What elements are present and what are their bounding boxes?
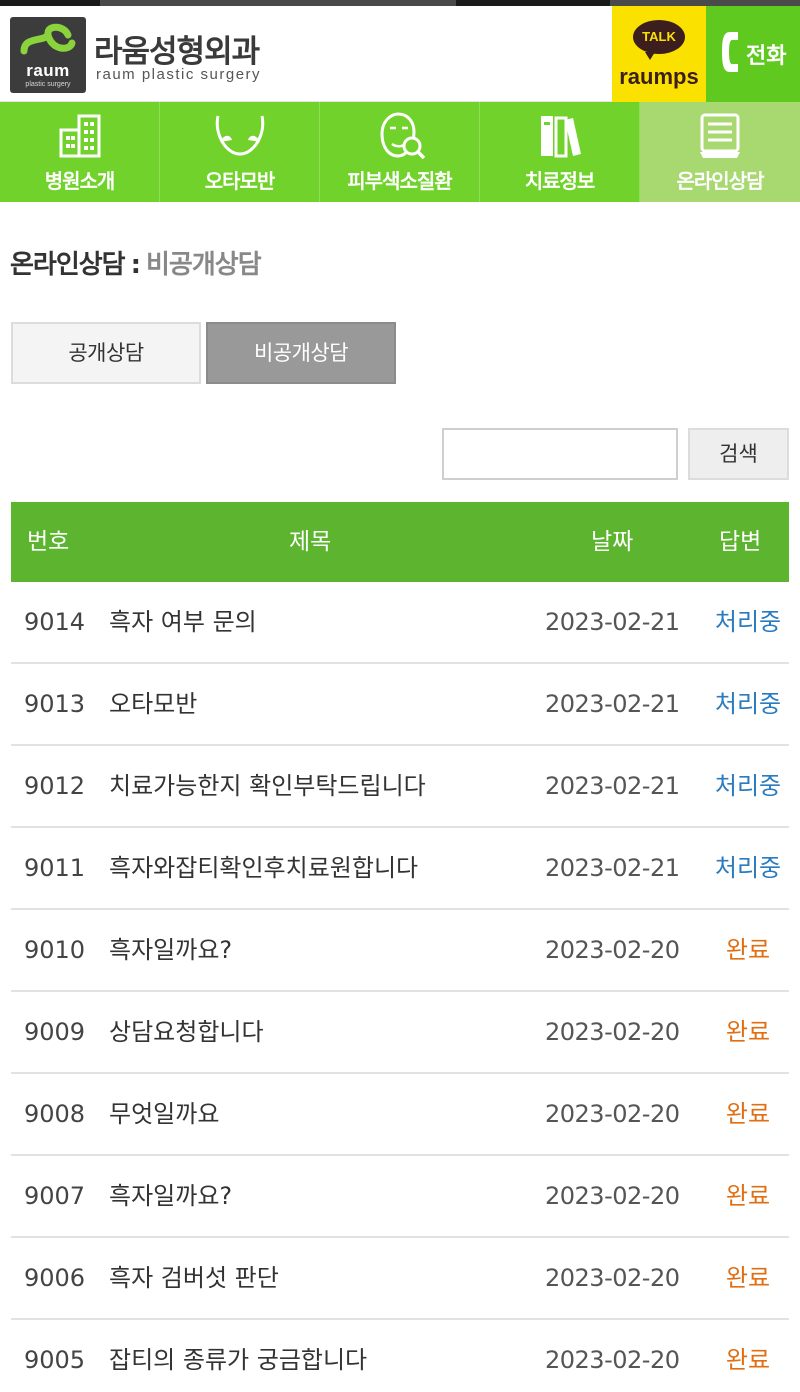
logo-mark[interactable]: raum plastic surgery [10,17,86,93]
row-title[interactable]: 흑자일까요? [109,910,232,990]
nav-item-ota-nevus[interactable]: 오타모반 [160,102,320,202]
row-status: 처리중 [714,772,782,800]
nav-item-online-consult[interactable]: 온라인상담 [640,102,800,202]
row-number: 9013 [24,690,86,718]
row-date: 2023-02-21 [545,690,680,718]
nav-item-hospital-intro[interactable]: 병원소개 [0,102,160,202]
row-number: 9011 [24,854,86,882]
nav-item-treatment-info[interactable]: 치료정보 [480,102,640,202]
row-number: 9005 [24,1346,86,1374]
row-title[interactable]: 흑자 여부 문의 [109,582,257,662]
row-status: 완료 [725,1264,771,1292]
row-title[interactable]: 무엇일까요 [109,1074,219,1154]
logo-mark-sub: plastic surgery [25,81,71,88]
row-title[interactable]: 흑자 검버섯 판단 [109,1238,279,1318]
nav-item-label: 온라인상담 [676,169,765,193]
table-row[interactable]: 9006 흑자 검버섯 판단 2023-02-20 완료 [11,1238,789,1320]
row-status: 완료 [725,1182,771,1210]
table-row[interactable]: 9008 무엇일까요 2023-02-20 완료 [11,1074,789,1156]
table-row[interactable]: 9009 상담요청합니다 2023-02-20 완료 [11,992,789,1074]
row-title[interactable]: 흑자와잡티확인후치료원합니다 [109,828,418,908]
row-title[interactable]: 상담요청합니다 [109,992,264,1072]
row-title[interactable]: 흑자일까요? [109,1156,232,1236]
row-date: 2023-02-20 [545,1264,680,1292]
column-header-title: 제목 [289,529,332,555]
row-title[interactable]: 치료가능한지 확인부탁드립니다 [109,746,426,826]
row-number: 9014 [24,608,86,636]
search-input[interactable] [442,428,678,480]
row-status: 처리중 [714,854,782,882]
table-row[interactable]: 9005 잡티의 종류가 궁금합니다 2023-02-20 완료 [11,1320,789,1392]
page-title: 온라인상담: 비공개상담 [10,244,262,281]
row-date: 2023-02-20 [545,936,680,964]
site-subtitle: raum plastic surgery [96,66,262,83]
table-row[interactable]: 9011 흑자와잡티확인후치료원합니다 2023-02-21 처리중 [11,828,789,910]
table-row[interactable]: 9007 흑자일까요? 2023-02-20 완료 [11,1156,789,1238]
row-number: 9012 [24,772,86,800]
row-title[interactable]: 오타모반 [109,664,197,744]
row-number: 9007 [24,1182,86,1210]
table-row[interactable]: 9012 치료가능한지 확인부탁드립니다 2023-02-21 처리중 [11,746,789,828]
table-header: 번호 제목 날짜 답변 [11,502,789,582]
phone-call-button[interactable]: 전화 [706,6,800,102]
row-status: 완료 [725,1100,771,1128]
row-date: 2023-02-20 [545,1182,680,1210]
row-title[interactable]: 잡티의 종류가 궁금합니다 [109,1320,367,1392]
row-status: 완료 [725,936,771,964]
document-icon [700,113,740,158]
page-title-main: 온라인상담 [10,250,126,280]
row-date: 2023-02-21 [545,608,680,636]
nav-item-label: 피부색소질환 [347,169,452,193]
main-nav: 병원소개 오타모반 피부색소질환 치료정보 온라인상담 [0,102,800,202]
column-header-number: 번호 [27,529,70,555]
row-status: 처리중 [714,608,782,636]
kakao-talk-label: raumps [619,64,699,89]
nav-item-label: 병원소개 [44,169,116,193]
logo-s-icon [20,23,76,55]
search-button[interactable]: 검색 [688,428,789,480]
nav-item-label: 치료정보 [524,169,596,193]
table-row[interactable]: 9010 흑자일까요? 2023-02-20 완료 [11,910,789,992]
row-date: 2023-02-20 [545,1346,680,1374]
table-row[interactable]: 9013 오타모반 2023-02-21 처리중 [11,664,789,746]
row-status: 완료 [725,1346,771,1374]
row-status: 처리중 [714,690,782,718]
face-magnifier-icon [379,112,425,160]
tab-public-consult[interactable]: 공개상담 [11,322,201,384]
kakao-talk-button[interactable]: TALK raumps [612,6,706,102]
row-date: 2023-02-20 [545,1018,680,1046]
phone-label: 전화 [746,44,787,69]
page-title-separator: : [130,250,141,280]
consult-list: 9014 흑자 여부 문의 2023-02-21 처리중 9013 오타모반 2… [11,582,789,1392]
tab-private-consult[interactable]: 비공개상담 [206,322,396,384]
row-number: 9006 [24,1264,86,1292]
nav-item-label: 오타모반 [204,169,276,193]
row-number: 9009 [24,1018,86,1046]
site-title[interactable]: 라움성형외과 [94,26,260,71]
row-date: 2023-02-20 [545,1100,680,1128]
row-date: 2023-02-21 [545,854,680,882]
books-icon [540,116,581,158]
row-status: 완료 [725,1018,771,1046]
column-header-date: 날짜 [591,529,634,555]
phone-icon [722,32,738,72]
face-outline-icon [215,115,264,156]
row-date: 2023-02-21 [545,772,680,800]
nav-item-pigmentation[interactable]: 피부색소질환 [320,102,480,202]
row-number: 9008 [24,1100,86,1128]
row-number: 9010 [24,936,86,964]
logo-mark-word: raum [26,61,70,80]
column-header-answer: 답변 [719,529,762,555]
page-title-sub: 비공개상담 [146,250,262,280]
kakao-talk-icon: TALK [633,20,685,60]
table-row[interactable]: 9014 흑자 여부 문의 2023-02-21 처리중 [11,582,789,664]
building-icon [59,114,100,158]
